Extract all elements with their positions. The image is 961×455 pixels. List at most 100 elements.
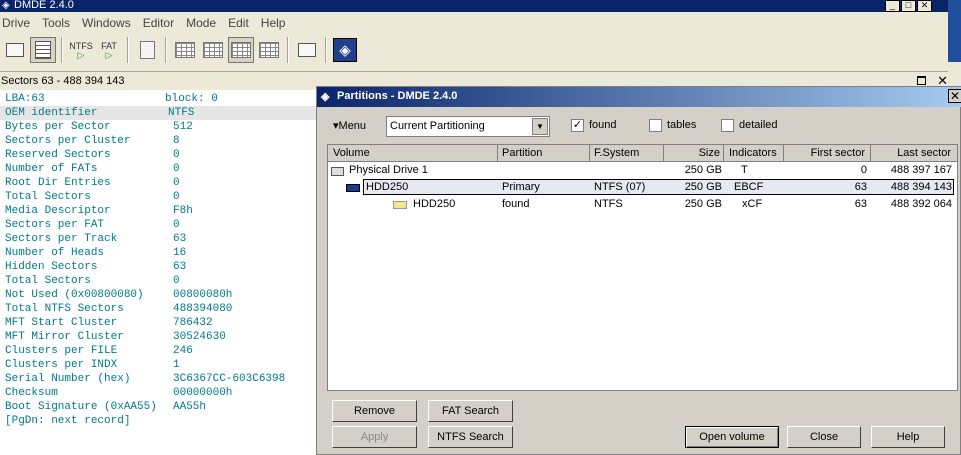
column-header-size[interactable]: Size [664,145,724,162]
volume-icon [393,201,407,209]
dialog-title-bar: ◈ Partitions - DMDE 2.4.0 ✕ [317,87,961,107]
field-key: Total NTFS Sectors [5,303,124,315]
partitions-dialog: ◈ Partitions - DMDE 2.4.0 ✕ ▾Menu Curren… [316,86,961,455]
menu-dropdown-button[interactable]: ▾Menu [333,119,366,132]
window-controls: _ □ ✕ [885,0,932,12]
menu-edit[interactable]: Edit [226,16,256,30]
partitions-button[interactable] [30,37,56,63]
field-value[interactable]: 0 [173,190,180,204]
cell-indicators: T [741,164,748,176]
minimize-button[interactable]: _ [885,0,900,12]
field-value[interactable]: 63 [173,232,186,246]
maximize-button[interactable]: □ [901,0,916,12]
field-value[interactable]: 8 [173,134,180,148]
field-value[interactable]: 3C6367CC-603C6398 [173,372,285,386]
template-view-button[interactable] [228,37,254,63]
field-key: Serial Number (hex) [5,373,131,385]
tables-checkbox[interactable] [649,119,662,132]
field-key: Reserved Sectors [5,149,111,161]
restore-icon[interactable] [917,76,926,85]
ntfs-search-button[interactable]: NTFS Search [428,426,513,448]
detailed-label: detailed [739,119,778,131]
column-header-volume[interactable]: Volume [328,145,498,162]
dialog-title: Partitions - DMDE 2.4.0 [337,90,458,102]
toolbar: NTFS ▷ FAT ▷ ◈ [0,34,948,66]
field-key: MFT Mirror Cluster [5,331,124,343]
field-value[interactable]: 00800080h [173,288,232,302]
cell-size: 250 GB [684,181,722,193]
field-value[interactable]: 00000000h [173,386,232,400]
menu-drive[interactable]: Drive [0,16,37,30]
column-header-fsystem[interactable]: F.System [590,145,664,162]
boot-sector-view: LBA:63 block: 0 OEM identifier NTFS Bytes … [0,90,316,455]
menu-mode[interactable]: Mode [184,16,223,30]
field-value[interactable]: 488394080 [173,302,232,316]
fat-search-button[interactable]: FAT Search [428,400,513,422]
dialog-close-button[interactable]: ✕ [948,89,961,103]
tables-label: tables [667,119,697,131]
text-view-button[interactable] [200,37,226,63]
toolbar-separator [325,37,327,63]
field-value[interactable]: 30524630 [173,330,226,344]
menu-help[interactable]: Help [259,16,293,30]
fat-search-tool-button[interactable]: FAT ▷ [96,37,122,63]
open-volume-button[interactable]: Open volume [685,426,779,448]
apply-button[interactable]: Apply [332,426,417,448]
field-value[interactable]: 0 [173,218,180,232]
field-value[interactable]: 0 [173,176,180,190]
app-icon: ◈ [321,91,330,103]
magnifier-icon [259,42,279,58]
remove-button[interactable]: Remove [332,400,417,422]
field-value[interactable]: AA55h [173,400,206,414]
hex-view-button[interactable] [172,37,198,63]
field-key: Clusters per FILE [5,345,118,357]
column-header-first-sector[interactable]: First sector [784,145,871,162]
close-dialog-button[interactable]: Close [787,426,861,448]
field-value[interactable]: 786432 [173,316,213,330]
cell-partition: Primary [502,181,540,193]
sectors-range: Sectors 63 - 488 394 143 [1,75,125,87]
list-icon [35,41,51,59]
field-key: Number of FATs [5,163,98,175]
field-row[interactable]: OEM identifier NTFS [0,106,316,120]
column-header-partition[interactable]: Partition [498,145,590,162]
field-value[interactable]: 63 [173,260,186,274]
menu-label: Menu [338,120,367,132]
column-header-last-sector[interactable]: Last sector [871,145,958,162]
play-icon: ▷ [105,49,113,60]
field-value[interactable]: 1 [173,358,180,372]
field-key: Hidden Sectors [5,261,98,273]
found-checkbox[interactable]: ✓ [571,119,584,132]
field-value[interactable]: 16 [173,246,186,260]
field-value[interactable]: 246 [173,344,193,358]
partitioning-select[interactable]: Current Partitioning ▼ [386,116,550,137]
fat-tool-label: FAT [101,40,117,51]
ntfs-search-tool-button[interactable]: NTFS ▷ [68,37,94,63]
toolbar-separator [165,37,167,63]
menu-editor[interactable]: Editor [141,16,181,30]
field-key: Sectors per FAT [5,219,105,231]
cell-first-sector: 63 [854,181,867,193]
drive-button[interactable] [2,37,28,63]
field-value[interactable]: 512 [173,120,193,134]
chevron-down-icon[interactable]: ▼ [532,118,548,135]
document-icon [139,41,155,59]
menu-tools[interactable]: Tools [40,16,77,30]
field-value[interactable]: 0 [173,148,180,162]
field-value[interactable]: NTFS [168,106,194,120]
cell-volume: HDD250 [413,198,456,210]
column-header-indicators[interactable]: Indicators [724,145,784,162]
copy-sectors-button[interactable] [294,37,320,63]
new-file-button[interactable] [134,37,160,63]
field-value[interactable]: 0 [173,274,180,288]
field-value[interactable]: F8h [173,204,193,218]
dmde-logo-button[interactable]: ◈ [332,37,358,63]
find-view-button[interactable] [256,37,282,63]
field-value[interactable]: 0 [173,162,180,176]
detailed-checkbox[interactable] [721,119,734,132]
toolbar-separator [287,37,289,63]
cell-indicators: xCF [742,198,763,210]
menu-windows[interactable]: Windows [80,16,138,30]
close-button[interactable]: ✕ [917,0,932,12]
help-button[interactable]: Help [871,426,945,448]
